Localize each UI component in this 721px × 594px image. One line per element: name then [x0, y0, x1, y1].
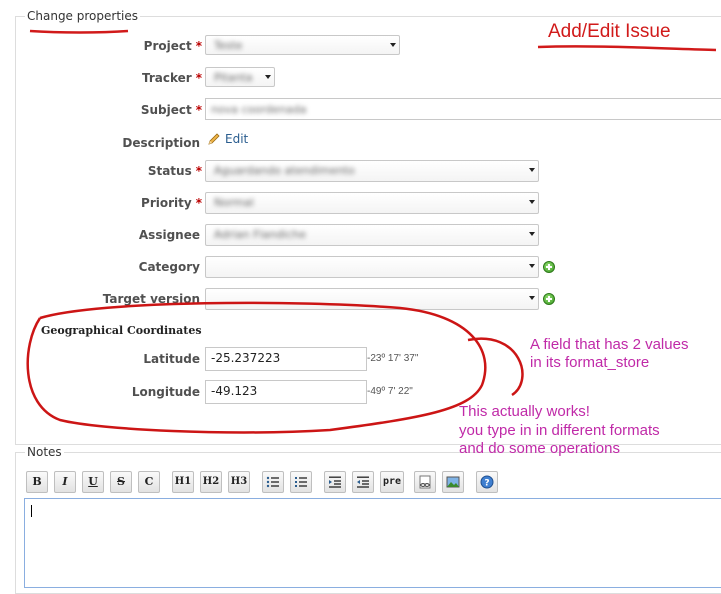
- code-button[interactable]: C: [138, 471, 160, 493]
- project-select[interactable]: Teste: [205, 35, 400, 55]
- image-icon: [446, 476, 460, 488]
- longitude-input[interactable]: -49.123: [205, 380, 367, 404]
- ordered-list-icon: [295, 477, 307, 487]
- image-button[interactable]: [442, 471, 464, 493]
- tracker-label: Tracker *: [142, 71, 202, 85]
- strikethrough-button[interactable]: S: [110, 471, 132, 493]
- chevron-down-icon: [529, 168, 535, 172]
- outdent-icon: [357, 476, 369, 488]
- wiki-link-button[interactable]: [414, 471, 436, 493]
- category-label: Category: [138, 260, 200, 274]
- quote-button[interactable]: [324, 471, 346, 493]
- latitude-label: Latitude: [143, 352, 200, 366]
- annotation-title: Add/Edit Issue: [548, 21, 671, 42]
- chevron-down-icon: [529, 232, 535, 236]
- chevron-down-icon: [529, 264, 535, 268]
- notes-legend: Notes: [25, 445, 64, 459]
- help-icon: ?: [480, 475, 494, 489]
- status-label: Status *: [147, 164, 202, 178]
- chevron-down-icon: [529, 200, 535, 204]
- annotation-note2-line2: you type in in different formats: [459, 422, 660, 439]
- chevron-down-icon: [529, 296, 535, 300]
- latitude-dms-hint: -23º 17' 37": [367, 353, 419, 364]
- tracker-select[interactable]: Pitanta: [205, 67, 275, 87]
- annotation-note1-line1: A field that has 2 values: [530, 336, 689, 353]
- category-select[interactable]: [205, 256, 539, 278]
- annotation-note1-line2: in its format_store: [530, 354, 650, 371]
- assignee-select[interactable]: Adrian Flandiche: [205, 224, 539, 246]
- description-label: Description: [122, 136, 200, 150]
- link-icon: [419, 475, 431, 489]
- svg-text:?: ?: [484, 479, 489, 489]
- subject-input[interactable]: nova coordenada: [205, 98, 721, 120]
- target-version-label: Target version: [102, 292, 200, 306]
- unordered-list-button[interactable]: [262, 471, 284, 493]
- change-properties-legend: Change properties: [25, 9, 140, 23]
- project-label: Project *: [143, 39, 202, 53]
- longitude-label: Longitude: [131, 385, 200, 399]
- italic-button[interactable]: I: [54, 471, 76, 493]
- heading-1-button[interactable]: H1: [172, 471, 194, 493]
- underline-button[interactable]: U: [82, 471, 104, 493]
- bold-button[interactable]: B: [26, 471, 48, 493]
- ordered-list-button[interactable]: [290, 471, 312, 493]
- notes-textarea[interactable]: [24, 498, 721, 588]
- help-button[interactable]: ?: [476, 471, 498, 493]
- priority-label: Priority *: [141, 196, 202, 210]
- add-version-icon[interactable]: [543, 293, 555, 305]
- text-caret: [31, 505, 32, 517]
- longitude-dms-hint: -49º 7' 22": [367, 386, 413, 397]
- heading-2-button[interactable]: H2: [200, 471, 222, 493]
- description-edit-link[interactable]: Edit: [225, 132, 248, 146]
- subject-label: Subject *: [140, 103, 202, 117]
- annotation-note2-line1: This actually works!: [459, 403, 590, 420]
- heading-3-button[interactable]: H3: [228, 471, 250, 493]
- unordered-list-icon: [266, 476, 279, 488]
- chevron-down-icon: [390, 43, 396, 47]
- preformatted-button[interactable]: pre: [380, 471, 404, 493]
- chevron-down-icon: [265, 75, 271, 79]
- priority-select[interactable]: Normal: [205, 192, 539, 214]
- indent-icon: [329, 476, 341, 488]
- geo-section-title: Geographical Coordinates: [41, 324, 202, 337]
- status-select[interactable]: Aguardando atendimento: [205, 160, 539, 182]
- latitude-input[interactable]: -25.237223: [205, 347, 367, 371]
- add-category-icon[interactable]: [543, 261, 555, 273]
- assignee-label: Assignee: [138, 228, 200, 242]
- unquote-button[interactable]: [352, 471, 374, 493]
- pencil-icon: [208, 133, 220, 145]
- annotation-note2-line3: and do some operations: [459, 440, 620, 457]
- target-version-select[interactable]: [205, 288, 539, 310]
